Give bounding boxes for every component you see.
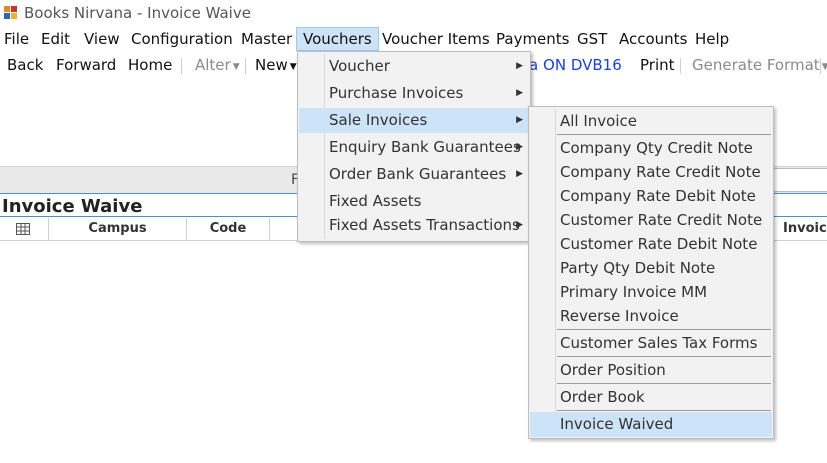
toolbar-separator xyxy=(181,58,182,74)
menu-item-fixed-assets[interactable]: Fixed Assets xyxy=(299,189,529,214)
menu-vouchers[interactable]: Vouchers xyxy=(296,27,379,51)
menu-item-reverse-invoice[interactable]: Reverse Invoice xyxy=(530,304,772,328)
submenu-arrow-icon: ▶ xyxy=(516,169,523,179)
menu-edit[interactable]: Edit xyxy=(35,28,76,50)
menu-item-customer-rate-credit-note[interactable]: Customer Rate Credit Note xyxy=(530,208,772,232)
menu-item-company-rate-credit-note[interactable]: Company Rate Credit Note xyxy=(530,160,772,184)
menu-item-invoice-waived[interactable]: Invoice Waived xyxy=(530,412,772,437)
home-button[interactable]: Home xyxy=(128,54,172,76)
menu-item-label: Fixed Assets Transactions xyxy=(329,216,520,234)
caret-down-icon: ▼ xyxy=(289,62,297,72)
column-header-code[interactable]: Code xyxy=(187,218,270,240)
column-chooser[interactable] xyxy=(0,218,49,240)
menu-item-label: Fixed Assets xyxy=(329,192,422,210)
menu-separator xyxy=(557,356,771,357)
menu-separator xyxy=(557,134,771,135)
back-button[interactable]: Back xyxy=(7,54,43,76)
column-header-campus[interactable]: Campus xyxy=(49,218,187,240)
column-header-invoice[interactable]: Invoic xyxy=(770,218,827,240)
menu-file[interactable]: File xyxy=(0,28,35,50)
caret-down-icon: ▼ xyxy=(232,62,240,72)
menu-item-company-qty-credit-note[interactable]: Company Qty Credit Note xyxy=(530,136,772,160)
menu-payments[interactable]: Payments xyxy=(490,28,575,50)
menu-item-order-book[interactable]: Order Book xyxy=(530,385,772,410)
forward-button[interactable]: Forward xyxy=(56,54,116,76)
menu-master[interactable]: Master xyxy=(235,28,298,50)
app-icon xyxy=(4,6,17,19)
menu-item-voucher[interactable]: Voucher ▶ xyxy=(299,54,529,79)
title-bar: Books Nirvana - Invoice Waive xyxy=(0,0,827,26)
menu-separator xyxy=(557,383,771,384)
grid-title: Invoice Waive xyxy=(2,196,143,217)
menu-item-enquiry-bank-guarantees[interactable]: Enquiry Bank Guarantees ▶ xyxy=(299,135,529,160)
menu-item-label: Enquiry Bank Guarantees xyxy=(329,138,521,156)
menu-item-label: Order Bank Guarantees xyxy=(329,165,507,183)
menu-item-order-bank-guarantees[interactable]: Order Bank Guarantees ▶ xyxy=(299,162,529,187)
menu-item-label: Purchase Invoices xyxy=(329,84,464,102)
sale-invoices-menu: All Invoice Company Qty Credit Note Comp… xyxy=(528,106,774,439)
vouchers-menu: Voucher ▶ Purchase Invoices ▶ Sale Invoice… xyxy=(297,51,531,242)
submenu-arrow-icon: ▶ xyxy=(516,220,523,230)
menu-accounts[interactable]: Accounts xyxy=(613,28,693,50)
submenu-arrow-icon: ▶ xyxy=(516,61,523,71)
new-label: New xyxy=(255,56,288,74)
menu-view[interactable]: View xyxy=(78,28,126,50)
print-button[interactable]: Print xyxy=(640,54,675,76)
alter-button[interactable]: Alter ▼ xyxy=(195,54,240,79)
toolbar-separator xyxy=(245,58,246,74)
menu-item-primary-invoice-mm[interactable]: Primary Invoice MM xyxy=(530,280,772,304)
menu-item-customer-sales-tax-forms[interactable]: Customer Sales Tax Forms xyxy=(530,331,772,356)
caret-down-icon: ▼ xyxy=(821,62,827,72)
toolbar-separator xyxy=(820,58,821,74)
filter-input[interactable] xyxy=(772,168,827,192)
generate-format-label: Generate Format xyxy=(692,56,820,74)
new-button[interactable]: New ▼ xyxy=(255,54,297,79)
menu-item-fixed-assets-transactions[interactable]: Fixed Assets Transactions ▶ xyxy=(299,213,529,238)
menu-separator xyxy=(557,410,771,411)
window-title: Books Nirvana - Invoice Waive xyxy=(24,4,251,22)
menu-configuration[interactable]: Configuration xyxy=(125,28,239,50)
menu-item-all-invoice[interactable]: All Invoice xyxy=(530,109,772,134)
submenu-arrow-icon: ▶ xyxy=(516,88,523,98)
grid-icon xyxy=(16,223,30,235)
submenu-arrow-icon: ▶ xyxy=(516,115,523,125)
toolbar-separator xyxy=(680,58,681,74)
menu-item-sale-invoices[interactable]: Sale Invoices ▶ xyxy=(299,108,529,133)
menu-item-label: Voucher xyxy=(329,57,390,75)
menu-item-party-qty-debit-note[interactable]: Party Qty Debit Note xyxy=(530,256,772,280)
submenu-arrow-icon: ▶ xyxy=(516,142,523,152)
menu-separator xyxy=(557,329,771,330)
menu-voucher-items[interactable]: Voucher Items xyxy=(376,28,496,50)
generate-format-button[interactable]: Generate Format ▼ xyxy=(692,54,827,79)
menu-item-purchase-invoices[interactable]: Purchase Invoices ▶ xyxy=(299,81,529,106)
menu-gst[interactable]: GST xyxy=(571,28,613,50)
menu-bar: File Edit View Configuration Master Vouc… xyxy=(0,27,827,52)
menu-item-order-position[interactable]: Order Position xyxy=(530,358,772,383)
menu-item-label: Sale Invoices xyxy=(329,111,428,129)
alter-label: Alter xyxy=(195,56,231,74)
menu-help[interactable]: Help xyxy=(689,28,735,50)
menu-item-customer-rate-debit-note[interactable]: Customer Rate Debit Note xyxy=(530,232,772,256)
menu-item-company-rate-debit-note[interactable]: Company Rate Debit Note xyxy=(530,184,772,208)
